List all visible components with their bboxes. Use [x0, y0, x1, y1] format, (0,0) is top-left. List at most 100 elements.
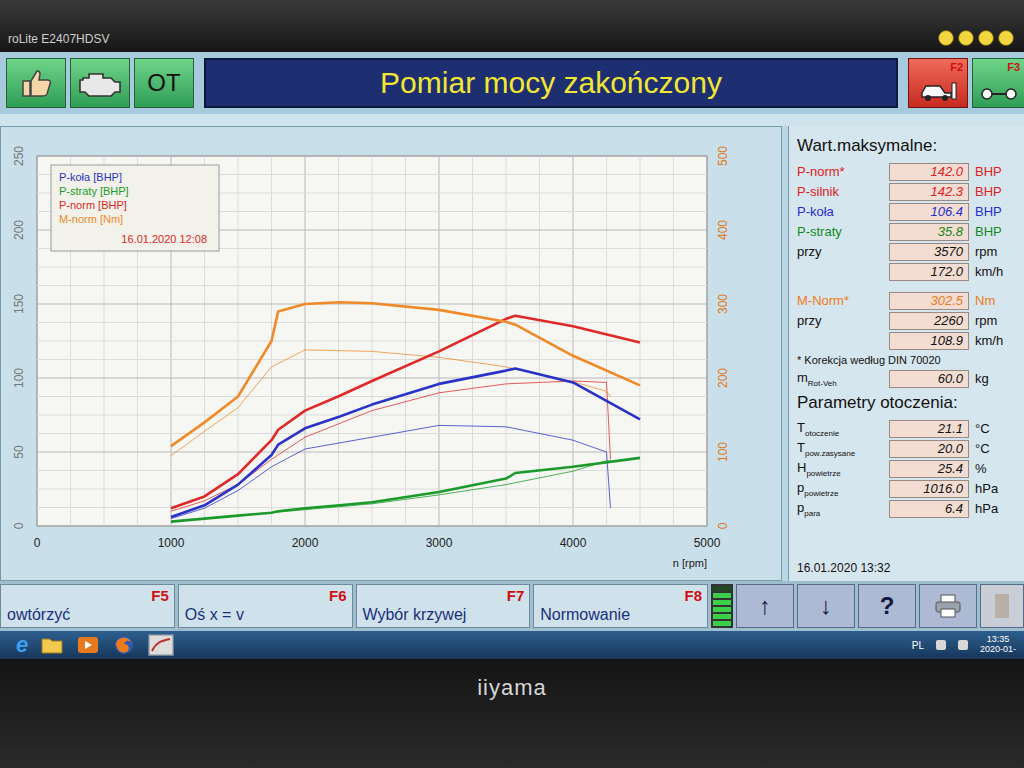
- row-value: 172.0: [889, 263, 969, 281]
- legend-item: P-norm [BHP]: [59, 199, 127, 211]
- photo-frame: roLite E2407HDSV OTPomiar mocy zakończony…: [0, 0, 1024, 768]
- language-indicator[interactable]: PL: [912, 640, 924, 651]
- main-area: 010002000300040005000n [rpm]050100150200…: [0, 126, 1024, 581]
- trailer-icon: [979, 81, 1019, 103]
- clock[interactable]: 13:352020-01-: [980, 635, 1016, 655]
- series-line: [171, 458, 640, 522]
- legend-item: M-norm [Nm]: [59, 213, 123, 225]
- max-torque-row: 108.9km/h: [797, 331, 1018, 350]
- row-label: Totoczenie: [797, 420, 889, 438]
- dyno-app-icon[interactable]: [148, 634, 174, 656]
- function-key-label: Oś x = v: [185, 607, 244, 624]
- function-key-code: F6: [329, 587, 347, 604]
- osd-button-icon[interactable]: [938, 30, 954, 46]
- max-values-title: Wart.maksymalne:: [797, 132, 1018, 161]
- firefox-icon[interactable]: [112, 634, 136, 656]
- nav-glyph: ↑: [759, 592, 771, 620]
- chart-panel: 010002000300040005000n [rpm]050100150200…: [0, 126, 782, 581]
- ok-button[interactable]: [6, 58, 66, 108]
- meter-segment: [713, 614, 731, 619]
- plot-area: [37, 156, 707, 526]
- max-value-row: przy3570rpm: [797, 242, 1018, 261]
- thumb-up-icon: [19, 66, 53, 100]
- row-unit: BHP: [969, 224, 1018, 239]
- row-value: 302.5: [889, 292, 969, 310]
- series: [171, 302, 640, 521]
- tray-icon[interactable]: [958, 640, 968, 650]
- media-player-icon[interactable]: [76, 635, 100, 655]
- osd-button-icon[interactable]: [978, 30, 994, 46]
- spacer: [797, 282, 1018, 290]
- row-unit: %: [969, 461, 1018, 476]
- series-line: [171, 381, 611, 511]
- row-value: 1016.0: [889, 480, 969, 498]
- row-label: P-norm*: [797, 164, 889, 179]
- osd-button-icon[interactable]: [998, 30, 1014, 46]
- right-tick: 100: [716, 442, 730, 462]
- row-label: przy: [797, 244, 889, 259]
- environment-row: Tpow.zasysane20.0°C: [797, 439, 1018, 458]
- x-tick: 3000: [426, 536, 453, 550]
- function-key-code: F7: [507, 587, 525, 604]
- left-tick: 0: [12, 522, 26, 529]
- f3-button[interactable]: F3: [972, 58, 1024, 108]
- function-key-label: Wybór krzywej: [363, 607, 467, 624]
- osd-buttons: [938, 30, 1014, 46]
- environment-row: Hpowietrze25.4%: [797, 459, 1018, 478]
- function-key-button[interactable]: Oś x = v F6: [178, 584, 353, 628]
- series-line: [171, 425, 611, 518]
- left-tick: 150: [12, 294, 26, 314]
- row-label: P-straty: [797, 224, 889, 239]
- meter-segment: [713, 621, 731, 626]
- environment-row: Totoczenie21.1°C: [797, 419, 1018, 438]
- max-torque-row: M-Norm*302.5Nm: [797, 291, 1018, 310]
- level-meter: [711, 584, 733, 628]
- f2-button[interactable]: F2: [908, 58, 968, 108]
- nav-button[interactable]: [919, 584, 977, 628]
- monitor-model: roLite E2407HDSV: [8, 32, 109, 46]
- function-key-button[interactable]: NormowanieF8: [533, 584, 708, 628]
- legend-item: P-koła [BHP]: [59, 171, 122, 183]
- nav-button[interactable]: ↑: [736, 584, 794, 628]
- taskbar: e PL 13:352020-01-: [0, 631, 1024, 659]
- row-label: M-Norm*: [797, 293, 889, 308]
- max-torque-row: przy2260rpm: [797, 311, 1018, 330]
- row-value: 142.3: [889, 183, 969, 201]
- series-line: [171, 302, 640, 446]
- nav-button[interactable]: ↓: [797, 584, 855, 628]
- row-value: 21.1: [889, 420, 969, 438]
- row-unit: BHP: [969, 204, 1018, 219]
- correction-note: * Korekcja według DIN 70020: [797, 351, 1018, 368]
- screen-title: Pomiar mocy zakończony: [204, 58, 898, 108]
- x-tick: 4000: [560, 536, 587, 550]
- tray-icon[interactable]: [936, 640, 946, 650]
- max-value-row: P-straty35.8BHP: [797, 222, 1018, 241]
- row-label: Hpowietrze: [797, 460, 889, 478]
- legend-item: P-straty [BHP]: [59, 185, 129, 197]
- function-key-button[interactable]: owtórzyćF5: [0, 584, 175, 628]
- legend: P-koła [BHP] P-straty [BHP] P-norm [BHP] M-…: [51, 165, 219, 251]
- right-axis: 0100200300400500: [716, 146, 730, 530]
- function-key-label: Normowanie: [540, 607, 630, 624]
- meter-segment: [713, 586, 731, 591]
- nav-button[interactable]: ?: [858, 584, 916, 628]
- max-value-row: P-norm*142.0BHP: [797, 162, 1018, 181]
- row-unit: km/h: [969, 333, 1018, 348]
- folder-icon[interactable]: [40, 635, 64, 655]
- mass-row: mRot-Veh60.0kg: [797, 369, 1018, 388]
- row-label: ppowietrze: [797, 480, 889, 498]
- function-key-button[interactable]: Wybór krzywej F7: [356, 584, 531, 628]
- x-tick: 2000: [292, 536, 319, 550]
- row-value: 142.0: [889, 163, 969, 181]
- row-unit: BHP: [969, 184, 1018, 199]
- monitor-brand: iiyama: [477, 675, 547, 768]
- ot-button[interactable]: OT: [134, 58, 194, 108]
- meter-segment: [713, 593, 731, 598]
- internet-explorer-icon[interactable]: e: [16, 634, 28, 656]
- row-value: 60.0: [889, 370, 969, 388]
- right-tick: 400: [716, 220, 730, 240]
- f3-key-label: F3: [1007, 61, 1020, 73]
- engine-button[interactable]: [70, 58, 130, 108]
- toolbar: OTPomiar mocy zakończonyF2 F3: [0, 52, 1024, 114]
- osd-button-icon[interactable]: [958, 30, 974, 46]
